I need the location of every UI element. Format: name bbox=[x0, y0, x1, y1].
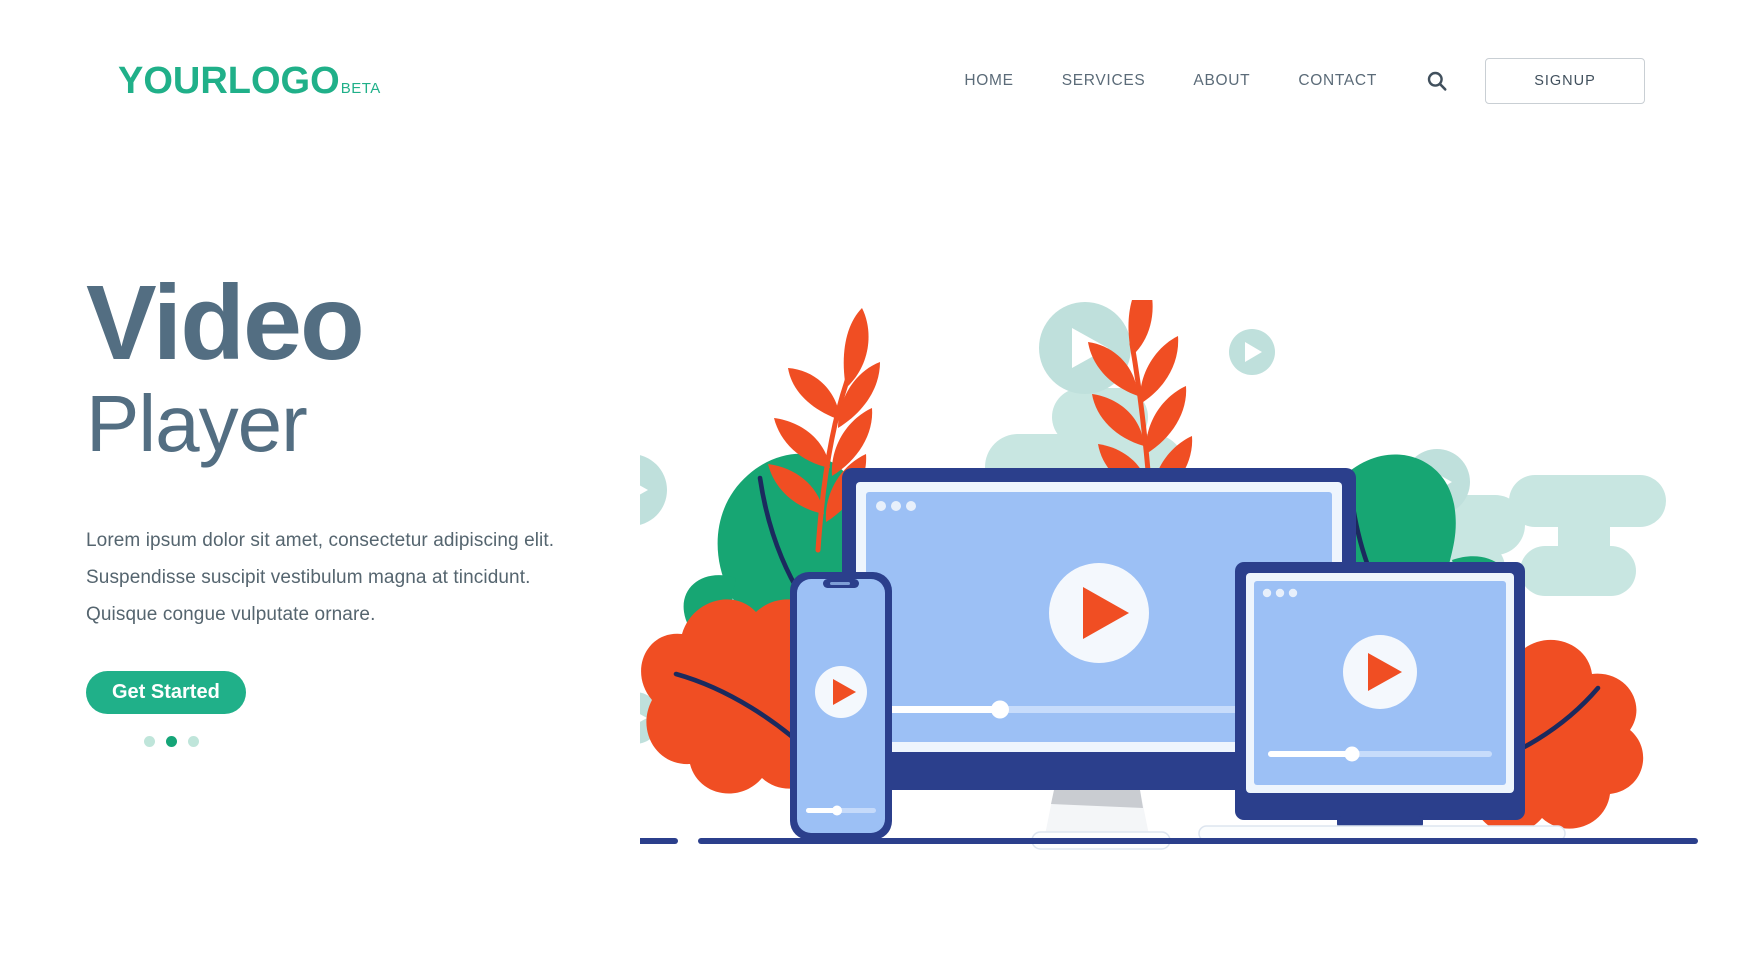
play-button-icon[interactable] bbox=[1049, 563, 1149, 663]
ground-line bbox=[640, 838, 1698, 844]
site-header: YOURLOGO BETA HOME SERVICES ABOUT CONTAC… bbox=[0, 46, 1763, 116]
carousel-dot-3[interactable] bbox=[188, 736, 199, 748]
nav-item-contact[interactable]: CONTACT bbox=[1274, 62, 1401, 100]
play-button-icon[interactable] bbox=[815, 666, 867, 718]
window-dots-icon bbox=[876, 501, 916, 511]
landing-page: YOURLOGO BETA HOME SERVICES ABOUT CONTAC… bbox=[0, 0, 1763, 980]
hero-description-line-3: Quisque congue vulputate ornare. bbox=[86, 603, 376, 625]
smartphone-device[interactable] bbox=[790, 572, 892, 840]
get-started-button[interactable]: Get Started bbox=[86, 671, 246, 715]
play-badge-icon bbox=[640, 455, 667, 525]
carousel-dot-2[interactable] bbox=[166, 736, 177, 748]
nav-item-home[interactable]: HOME bbox=[940, 62, 1037, 100]
hero-illustration bbox=[640, 300, 1763, 860]
hero-description-line-2: Suspendisse suscipit vestibulum magna at… bbox=[86, 566, 531, 588]
signup-button[interactable]: SIGNUP bbox=[1485, 58, 1645, 104]
laptop-device[interactable] bbox=[1198, 562, 1566, 842]
carousel-dots bbox=[144, 736, 726, 748]
search-button[interactable] bbox=[1423, 67, 1451, 95]
logo[interactable]: YOURLOGO BETA bbox=[118, 62, 381, 100]
window-dots-icon bbox=[1262, 588, 1298, 598]
carousel-dot-1[interactable] bbox=[144, 736, 155, 748]
logo-beta-label: BETA bbox=[340, 80, 381, 97]
play-button-icon[interactable] bbox=[1343, 635, 1417, 709]
nav-item-services[interactable]: SERVICES bbox=[1038, 62, 1170, 100]
play-badge-icon bbox=[1229, 329, 1275, 375]
search-icon bbox=[1427, 71, 1447, 91]
hero-text-block: Video Player Lorem ipsum dolor sit amet,… bbox=[86, 264, 726, 748]
hero-title-primary: Video bbox=[86, 264, 365, 382]
hero-title-secondary: Player bbox=[86, 378, 308, 468]
main-navigation: HOME SERVICES ABOUT CONTACT SIGNUP bbox=[940, 58, 1645, 104]
hero-description: Lorem ipsum dolor sit amet, consectetur … bbox=[86, 522, 726, 633]
video-devices-artwork bbox=[640, 300, 1698, 850]
logo-text: YOURLOGO bbox=[118, 60, 340, 102]
nav-item-about[interactable]: ABOUT bbox=[1169, 62, 1274, 100]
hero-description-line-1: Lorem ipsum dolor sit amet, consectetur … bbox=[86, 529, 555, 551]
